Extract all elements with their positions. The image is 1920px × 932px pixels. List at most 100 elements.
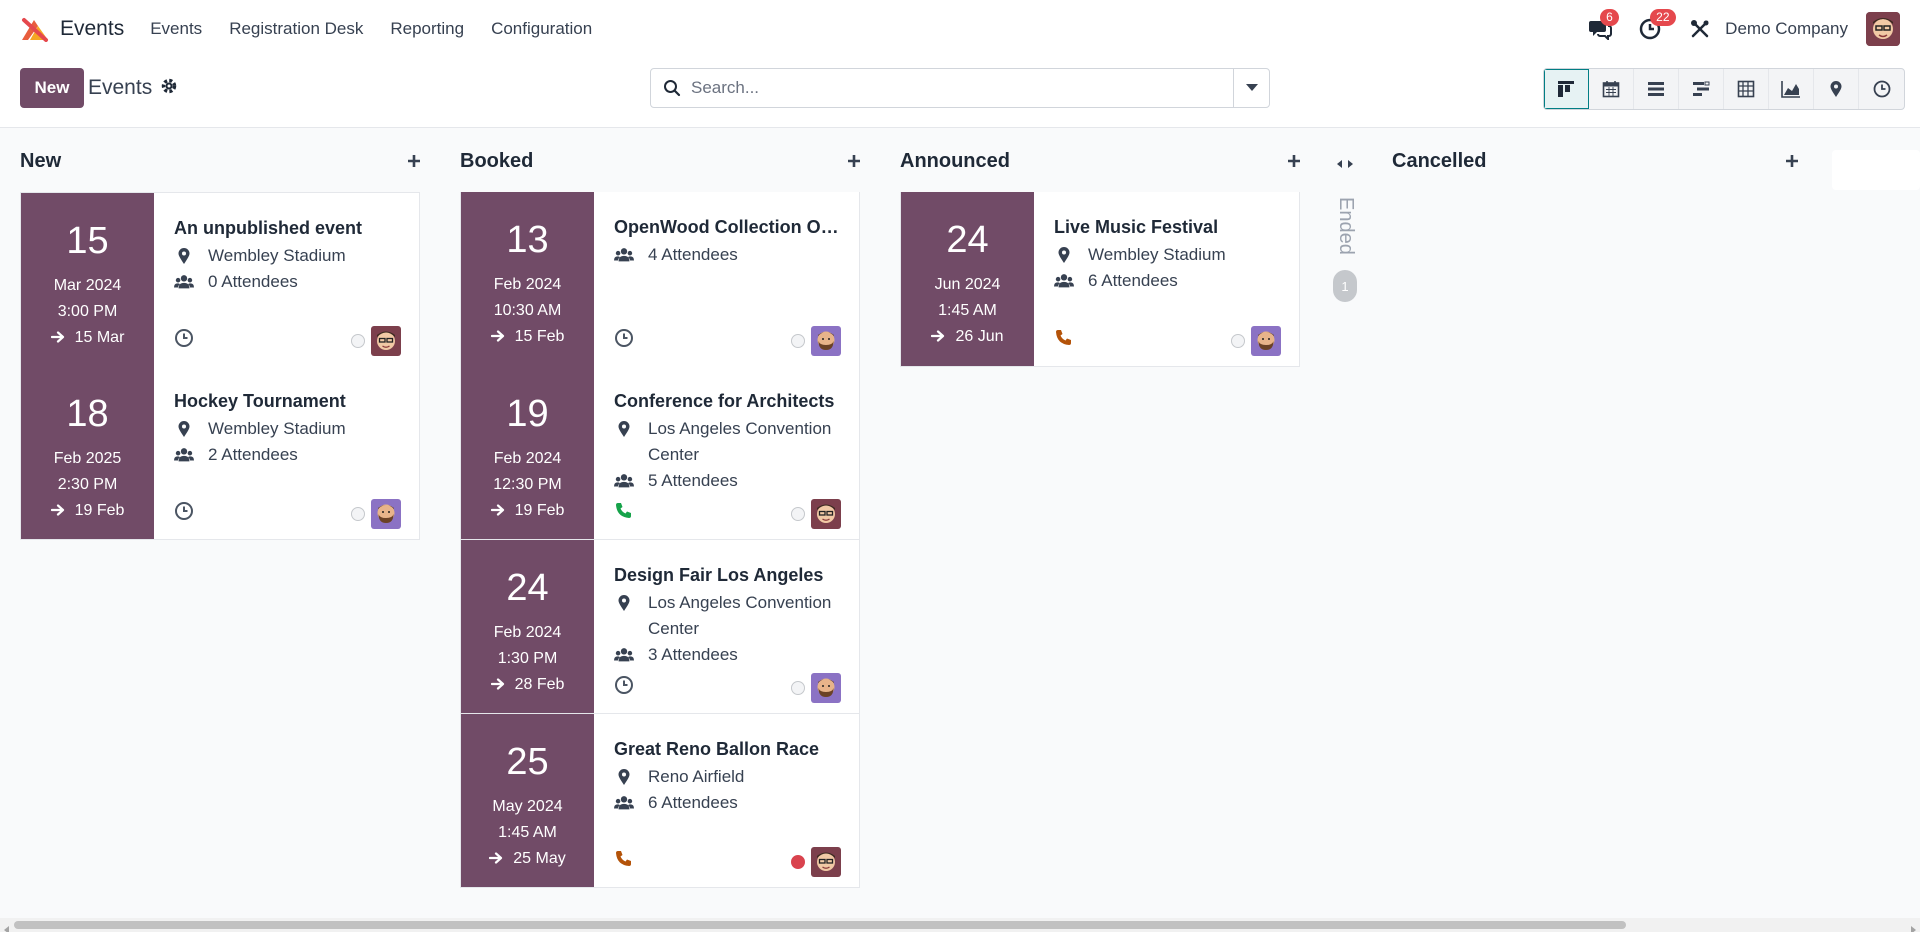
event-title: Design Fair Los Angeles bbox=[614, 565, 824, 585]
event-card[interactable]: 18 Feb 2025 2:30 PM 19 Feb Hockey Tourna… bbox=[20, 366, 420, 540]
messages-button[interactable]: 6 bbox=[1587, 8, 1619, 42]
phone-green-icon[interactable] bbox=[614, 501, 636, 523]
menu-registration-desk[interactable]: Registration Desk bbox=[229, 19, 363, 39]
card-footer-right bbox=[791, 326, 841, 356]
clock-icon[interactable] bbox=[174, 328, 196, 350]
card-footer-right bbox=[791, 673, 841, 703]
horizontal-scrollbar[interactable] bbox=[0, 918, 1920, 932]
arrow-right-icon bbox=[50, 502, 75, 519]
kanban-state-dot[interactable] bbox=[1231, 334, 1245, 348]
plus-icon[interactable] bbox=[1283, 150, 1305, 172]
list-view-button[interactable] bbox=[1634, 69, 1679, 109]
arrow-right-icon bbox=[931, 328, 955, 345]
activities-button[interactable]: 22 bbox=[1637, 8, 1676, 42]
scrollbar-thumb[interactable] bbox=[14, 921, 1626, 929]
event-date-block: 24 Jun 2024 1:45 AM 26 Jun bbox=[901, 192, 1034, 366]
graph-view-button[interactable] bbox=[1769, 69, 1814, 109]
kanban-state-dot[interactable] bbox=[351, 334, 365, 348]
phone-orange-icon[interactable] bbox=[614, 849, 636, 871]
activity-view-button[interactable] bbox=[1859, 69, 1904, 109]
menu-events[interactable]: Events bbox=[150, 19, 202, 39]
pivot-view-button[interactable] bbox=[1724, 69, 1769, 109]
tools-button[interactable] bbox=[1687, 16, 1713, 42]
event-location-row: Los Angeles Convention Center bbox=[614, 416, 841, 468]
gantt-view-button[interactable] bbox=[1679, 69, 1724, 109]
calendar-view-button[interactable] bbox=[1589, 69, 1634, 109]
event-attendees-row: 6 Attendees bbox=[1054, 268, 1281, 294]
column-header-announced: Announced bbox=[900, 150, 1302, 174]
kanban-state-dot[interactable] bbox=[791, 507, 805, 521]
event-card[interactable]: 13 Feb 2024 10:30 AM 15 Feb OpenWood Col… bbox=[460, 192, 860, 367]
event-card-body: Conference for Architects Los Angeles Co… bbox=[614, 390, 841, 494]
event-attendees-row: 2 Attendees bbox=[174, 442, 401, 468]
user-avatar[interactable] bbox=[1866, 11, 1900, 46]
plus-icon[interactable] bbox=[403, 150, 425, 172]
kanban-state-dot[interactable] bbox=[791, 681, 805, 695]
arrow-right-icon bbox=[489, 850, 513, 867]
company-switcher[interactable]: Demo Company bbox=[1725, 19, 1848, 39]
activities-badge: 22 bbox=[1650, 8, 1676, 26]
unfold-arrows-icon[interactable] bbox=[1336, 155, 1354, 173]
avatar-beard[interactable] bbox=[1251, 326, 1281, 356]
event-card[interactable]: 24 Feb 2024 1:30 PM 28 Feb Design Fair L… bbox=[460, 540, 860, 714]
event-date-block: 15 Mar 2024 3:00 PM 15 Mar bbox=[21, 193, 154, 366]
avatar-beard[interactable] bbox=[811, 673, 841, 703]
users-icon bbox=[614, 245, 634, 265]
event-title: OpenWood Collection Online Reveal bbox=[614, 217, 841, 237]
kanban-state-dot[interactable] bbox=[351, 507, 365, 521]
clock-icon[interactable] bbox=[614, 675, 636, 697]
avatar-glasses[interactable] bbox=[811, 847, 841, 877]
kanban-state-dot[interactable] bbox=[791, 855, 805, 869]
new-button[interactable]: New bbox=[20, 68, 84, 108]
avatar-glasses[interactable] bbox=[811, 499, 841, 529]
map-marker-icon bbox=[614, 767, 634, 787]
event-end-date: 26 Jun bbox=[901, 324, 1034, 350]
event-date-block: 25 May 2024 1:45 AM 25 May bbox=[461, 714, 594, 887]
event-date-block: 19 Feb 2024 12:30 PM 19 Feb bbox=[461, 366, 594, 539]
event-day: 13 bbox=[506, 219, 549, 261]
menu-configuration[interactable]: Configuration bbox=[491, 19, 592, 39]
event-card[interactable]: 19 Feb 2024 12:30 PM 19 Feb Conference f… bbox=[460, 366, 860, 540]
app-name[interactable]: Events bbox=[60, 17, 124, 41]
search-bar bbox=[650, 68, 1270, 108]
arrow-right-icon bbox=[490, 328, 515, 345]
map-view-button[interactable] bbox=[1814, 69, 1859, 109]
folded-column-ended[interactable]: Ended 1 bbox=[1330, 155, 1360, 305]
event-location: Los Angeles Convention Center bbox=[648, 593, 832, 638]
event-card[interactable]: 15 Mar 2024 3:00 PM 15 Mar An unpublishe… bbox=[20, 192, 420, 367]
event-end-label: 15 Feb bbox=[514, 328, 565, 345]
folded-column-count: 1 bbox=[1333, 270, 1357, 302]
add-column-placeholder[interactable] bbox=[1832, 150, 1920, 190]
plus-icon[interactable] bbox=[843, 150, 865, 172]
event-day: 15 bbox=[66, 220, 109, 262]
event-location-row: Wembley Stadium bbox=[1054, 242, 1281, 268]
search-input[interactable] bbox=[691, 71, 1211, 105]
gear-icon[interactable] bbox=[160, 77, 180, 97]
event-location: Wembley Stadium bbox=[208, 419, 346, 438]
scroll-left-icon[interactable] bbox=[3, 921, 11, 932]
event-end-label: 15 Mar bbox=[74, 329, 125, 346]
map-marker-icon bbox=[614, 593, 634, 613]
event-card[interactable]: 24 Jun 2024 1:45 AM 26 Jun Live Music Fe… bbox=[900, 192, 1300, 367]
menu-reporting[interactable]: Reporting bbox=[390, 19, 464, 39]
app-logo-icon[interactable] bbox=[20, 14, 50, 44]
column-header-cancelled: Cancelled bbox=[1392, 150, 1798, 174]
phone-orange-icon[interactable] bbox=[1054, 328, 1076, 350]
kanban-view-button[interactable] bbox=[1544, 69, 1589, 109]
clock-icon[interactable] bbox=[614, 328, 636, 350]
plus-icon[interactable] bbox=[1781, 150, 1803, 172]
scroll-right-icon[interactable] bbox=[1909, 921, 1917, 932]
clock-icon[interactable] bbox=[174, 501, 196, 523]
avatar-beard[interactable] bbox=[371, 499, 401, 529]
kanban-state-dot[interactable] bbox=[791, 334, 805, 348]
event-title: Live Music Festival bbox=[1054, 217, 1219, 237]
event-attendees-row: 4 Attendees bbox=[614, 242, 841, 268]
event-card[interactable]: 25 May 2024 1:45 AM 25 May Great Reno Ba… bbox=[460, 714, 860, 888]
avatar-beard[interactable] bbox=[811, 326, 841, 356]
event-start-time: 12:30 PM bbox=[493, 476, 562, 493]
event-day: 24 bbox=[946, 219, 989, 261]
avatar-glasses[interactable] bbox=[371, 326, 401, 356]
search-options-toggle[interactable] bbox=[1233, 69, 1269, 107]
card-footer-right bbox=[791, 499, 841, 529]
event-location-row: Reno Airfield bbox=[614, 764, 841, 790]
